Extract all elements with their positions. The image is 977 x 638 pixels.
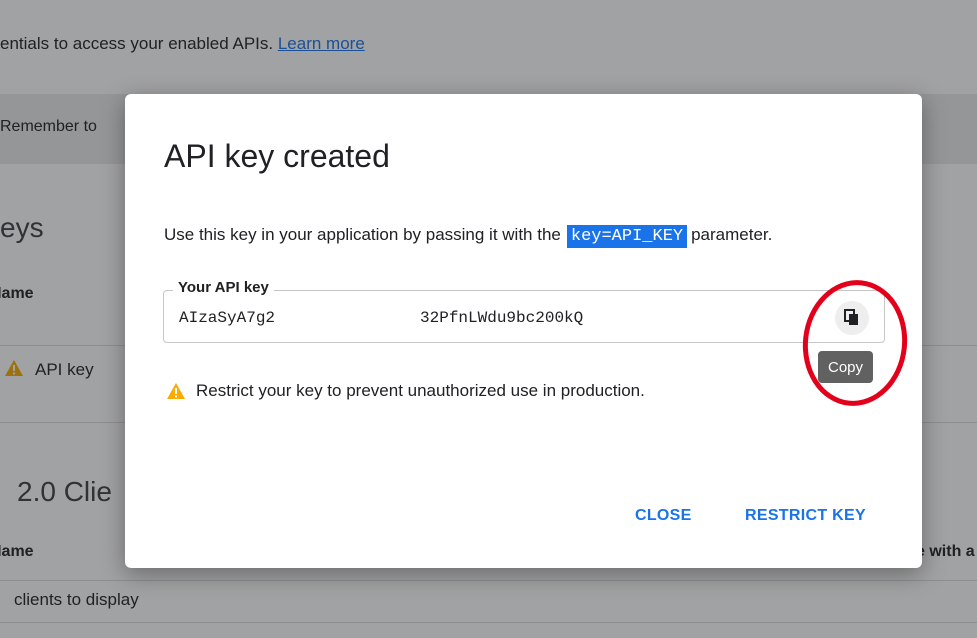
- restrict-key-button[interactable]: RESTRICT KEY: [745, 507, 866, 525]
- key-param-code: key=API_KEY: [566, 225, 688, 248]
- api-key-field[interactable]: Your API key AIzaSyA7g2 32PfnLWdu9bc200kQ: [163, 279, 885, 343]
- warning-text: Restrict your key to prevent unauthorize…: [196, 381, 645, 400]
- dialog-description: Use this key in your application by pass…: [164, 225, 773, 248]
- dialog-title: API key created: [164, 138, 390, 174]
- restrict-warning: Restrict your key to prevent unauthorize…: [166, 381, 645, 401]
- close-button[interactable]: CLOSE: [635, 507, 692, 525]
- api-key-field-label: Your API key: [173, 279, 274, 296]
- page: entials to access your enabled APIs. Lea…: [0, 0, 977, 638]
- api-key-value[interactable]: AIzaSyA7g2 32PfnLWdu9bc200kQ: [179, 309, 583, 327]
- api-key-dialog: API key created Use this key in your app…: [125, 94, 922, 568]
- warning-icon: [167, 383, 185, 399]
